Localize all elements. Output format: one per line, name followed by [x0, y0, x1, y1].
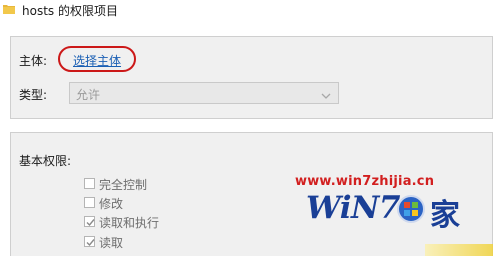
watermark-logo: WiN7.: [306, 190, 411, 226]
permission-label: 完全控制: [99, 178, 148, 192]
watermark-suffix: 家: [430, 198, 460, 233]
watermark-decoration: [425, 244, 493, 256]
check-icon: [86, 239, 95, 247]
checkbox[interactable]: [84, 178, 95, 189]
watermark-url: www.win7zhijia.cn: [295, 174, 435, 189]
type-label: 类型:: [19, 88, 48, 102]
basic-permissions-label: 基本权限:: [19, 154, 72, 168]
principal-label: 主体:: [19, 54, 48, 68]
folder-icon: [3, 3, 15, 15]
permission-full-control[interactable]: 完全控制: [84, 176, 174, 192]
type-dropdown[interactable]: 允许: [69, 82, 339, 104]
chevron-down-icon: [321, 89, 331, 99]
windows-orb-icon: [396, 194, 426, 224]
permission-modify[interactable]: 修改: [84, 195, 144, 211]
permission-read-execute[interactable]: 读取和执行: [84, 214, 194, 230]
permission-label: 修改: [99, 197, 124, 211]
window-title: hosts 的权限项目: [22, 4, 118, 18]
checkbox-checked[interactable]: [84, 236, 95, 247]
check-icon: [86, 219, 95, 227]
permission-read[interactable]: 读取: [84, 234, 144, 250]
checkbox-checked[interactable]: [84, 216, 95, 227]
highlight-annotation: [58, 46, 136, 72]
type-dropdown-value: 允许: [76, 88, 101, 102]
permission-label: 读取和执行: [99, 216, 160, 230]
permission-label: 读取: [99, 236, 124, 250]
checkbox[interactable]: [84, 197, 95, 208]
title-bar: hosts 的权限项目: [0, 0, 493, 22]
